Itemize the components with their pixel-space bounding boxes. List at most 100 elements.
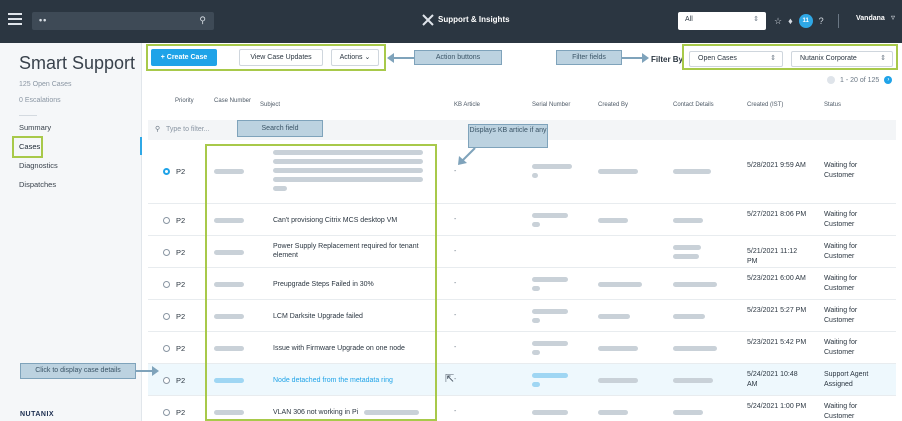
row-radio[interactable] — [163, 345, 170, 352]
table-header: Priority Case Number Subject KB Article … — [148, 90, 896, 120]
row-status: Waiting for Customer — [824, 243, 858, 260]
row-created: 5/23/2021 5:27 PM — [747, 307, 807, 314]
row-radio[interactable] — [163, 249, 170, 256]
row-radio[interactable] — [163, 168, 170, 175]
row-priority: P2 — [176, 216, 186, 225]
top-icons: ☆ ♦ 11 ? — [774, 13, 824, 29]
search-icon[interactable]: ⚲ — [199, 15, 206, 26]
open-cases-count[interactable]: 125 Open Cases — [19, 81, 72, 88]
row-created-by — [598, 218, 628, 223]
header-subject[interactable]: Subject — [260, 102, 280, 108]
arrow-down-left-icon — [458, 147, 476, 165]
action-buttons-highlight — [146, 44, 386, 71]
header-case-number[interactable]: Case Number — [214, 98, 251, 104]
filter-fields-highlight — [682, 44, 898, 70]
row-radio[interactable] — [163, 217, 170, 224]
filter-fields-callout: Filter fields — [556, 50, 622, 65]
row-priority: P2 — [176, 167, 186, 176]
row-serial-number — [532, 318, 540, 323]
header-serial-number[interactable]: Serial Number — [532, 102, 570, 108]
row-created-by — [598, 169, 638, 174]
sidebar-item-diagnostics[interactable]: Diagnostics — [19, 161, 58, 170]
header-status[interactable]: Status — [824, 102, 841, 108]
row-contact-details — [673, 254, 699, 259]
select-arrows-icon: ⇕ — [753, 16, 759, 23]
divider — [838, 14, 839, 28]
app-title: Support & Insights — [438, 15, 510, 24]
filter-placeholder: Type to filter... — [166, 126, 210, 133]
row-serial-number — [532, 341, 568, 346]
search-field-callout: Search field — [237, 120, 323, 137]
row-priority: P2 — [176, 248, 186, 257]
row-serial-number — [532, 350, 540, 355]
row-serial-number — [532, 309, 568, 314]
row-created-by — [598, 378, 638, 383]
row-kb-article: - — [454, 216, 457, 223]
row-contact-details — [673, 410, 703, 415]
user-name[interactable]: Vandana — [856, 15, 885, 22]
arrow-right-icon — [622, 53, 649, 63]
arrow-left-icon — [387, 53, 415, 63]
row-contact-details — [673, 218, 703, 223]
previous-page-icon[interactable] — [827, 76, 835, 84]
header-contact-details[interactable]: Contact Details — [673, 102, 714, 108]
row-radio[interactable] — [163, 377, 170, 384]
row-created: 5/23/2021 6:00 AM — [747, 275, 806, 282]
sidebar-item-summary[interactable]: Summary — [19, 123, 51, 132]
row-serial-number — [532, 410, 568, 415]
header-priority[interactable]: Priority — [175, 98, 194, 104]
row-serial-number-link[interactable] — [532, 382, 540, 387]
row-serial-number — [532, 213, 568, 218]
row-status: Waiting for Customer — [824, 307, 858, 324]
row-serial-number — [532, 173, 538, 178]
escalations-count[interactable]: 0 Escalations — [19, 97, 61, 104]
row-radio[interactable] — [163, 281, 170, 288]
global-search-input[interactable]: •• ⚲ — [32, 12, 214, 30]
row-status: Support Agent Assigned — [824, 371, 869, 388]
row-status: Waiting for Customer — [824, 339, 858, 356]
row-kb-article: - — [454, 248, 457, 255]
row-status: Waiting for Customer — [824, 211, 858, 228]
row-created-by — [598, 282, 642, 287]
row-status: Waiting for Customer — [824, 275, 858, 292]
row-created: 5/27/2021 8:06 PM — [747, 211, 807, 218]
row-created: 5/24/2021 1:00 PM — [747, 403, 807, 410]
sidebar-item-dispatches[interactable]: Dispatches — [19, 180, 56, 189]
help-icon[interactable]: ? — [819, 16, 824, 26]
row-kb-article: - — [454, 312, 457, 319]
filter-by-label: Filter By — [651, 55, 684, 64]
cases-highlight — [12, 136, 43, 158]
row-serial-number-link[interactable] — [532, 373, 568, 378]
row-created-by — [598, 314, 630, 319]
header-kb-article[interactable]: KB Article — [454, 102, 480, 108]
row-priority: P2 — [176, 376, 186, 385]
header-created[interactable]: Created (IST) — [747, 102, 783, 108]
search-icon: ⚲ — [155, 126, 161, 133]
brand-logo-text: NUTANIX — [20, 411, 55, 418]
row-contact-details — [673, 346, 717, 351]
row-priority: P2 — [176, 280, 186, 289]
notification-badge[interactable]: 11 — [798, 14, 813, 28]
scope-select[interactable]: All ⇕ — [678, 12, 766, 30]
bell-icon[interactable]: ♦ — [788, 16, 793, 26]
row-contact-details — [673, 169, 711, 174]
row-status: Waiting for Customer — [824, 403, 858, 420]
header-created-by[interactable]: Created By — [598, 102, 628, 108]
row-contact-details — [673, 282, 717, 287]
row-kb-article: - — [454, 168, 457, 175]
page-range: 1 - 20 of 125 — [840, 76, 880, 84]
user-menu-icon[interactable]: ▿ — [891, 13, 895, 22]
star-icon[interactable]: ☆ — [774, 16, 782, 27]
row-kb-article: - — [454, 376, 457, 383]
row-status: Waiting for Customer — [824, 162, 858, 179]
row-kb-article: - — [454, 344, 457, 351]
row-radio[interactable] — [163, 313, 170, 320]
next-page-icon[interactable]: › — [884, 76, 893, 84]
row-contact-details — [673, 314, 705, 319]
row-created: 5/24/2021 10:48 AM — [747, 371, 798, 388]
app-logo-icon — [422, 14, 434, 26]
page-title: Smart Support — [19, 53, 136, 73]
menu-icon[interactable] — [8, 13, 22, 27]
row-radio[interactable] — [163, 409, 170, 416]
scope-select-value: All — [685, 16, 693, 23]
